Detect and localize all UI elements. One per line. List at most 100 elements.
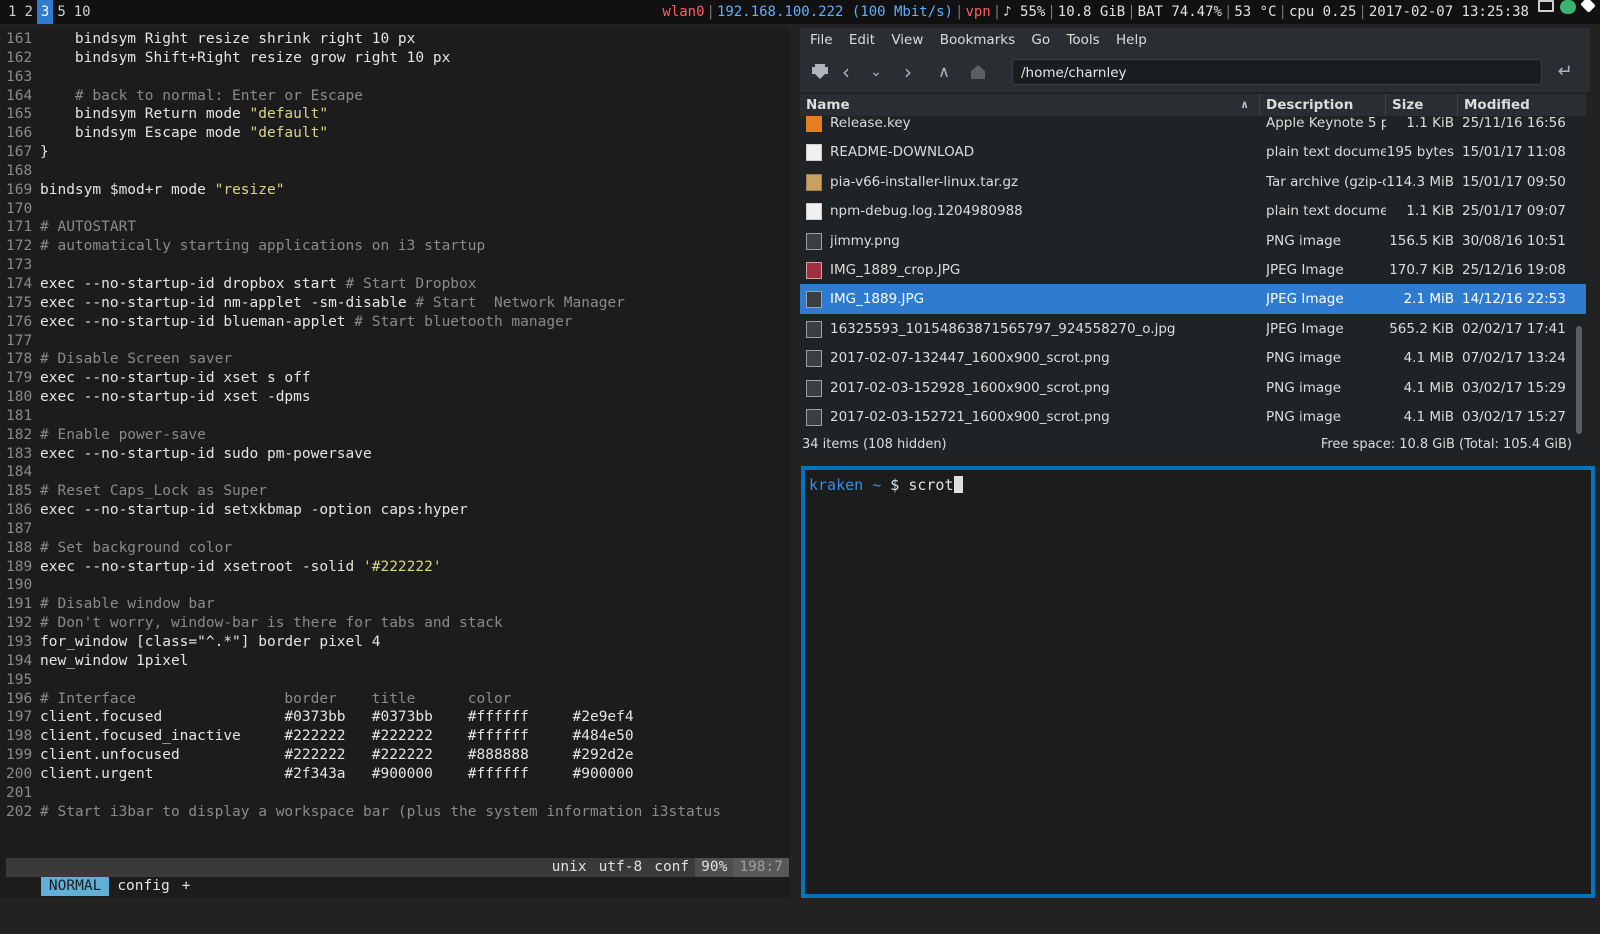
vim-modified-flag: + — [181, 878, 191, 894]
line-number: 189 — [6, 558, 33, 575]
file-row[interactable]: npm-debug.log.1204980988 plain text docum… — [800, 196, 1586, 226]
workspace-button[interactable]: 3 — [36, 0, 54, 24]
toolbar: ‹ ⌄ › ∧ /home/charnley ↵ — [800, 52, 1590, 92]
vim-mode: NORMAL — [40, 877, 110, 896]
code-line: 176 exec --no-startup-id blueman-applet #… — [6, 313, 721, 332]
code-comment: # Start bluetooth manager — [354, 313, 573, 330]
file-row[interactable]: IMG_1889_crop.JPG JPEG Image 170.7 KiB 25/1… — [800, 255, 1586, 285]
history-dropdown-icon[interactable]: ⌄ — [864, 60, 888, 84]
menu-go[interactable]: Go — [1025, 28, 1056, 52]
menu-bookmarks[interactable]: Bookmarks — [934, 28, 1021, 52]
go-return-icon[interactable]: ↵ — [1552, 60, 1578, 84]
workspace-button[interactable]: 1 — [4, 0, 20, 24]
file-size: 565.2 KiB — [1389, 320, 1454, 337]
code-text: client.focused_inactive #222222 #222222 … — [40, 728, 634, 745]
terminal-cursor — [953, 476, 963, 493]
menu-tools[interactable]: Tools — [1060, 28, 1105, 52]
menu-view[interactable]: View — [885, 28, 929, 52]
terminal-window[interactable]: kraken ~ $ scrot — [801, 466, 1595, 898]
file-list-scrollbar[interactable] — [1576, 116, 1582, 462]
workspace-button[interactable]: 5 — [53, 0, 69, 24]
code-line: 172 # automatically starting applications… — [6, 237, 721, 256]
code-buffer[interactable]: 161 bindsym Right resize shrink right 10… — [6, 30, 721, 821]
wlan-indicator: wlan0 — [662, 4, 705, 20]
file-modified: 03/02/17 15:29 — [1462, 379, 1566, 396]
vim-statusline: NORMAL config + unix utf-8 conf 90% 198:7 — [6, 858, 789, 896]
parent-folder-icon[interactable]: ∧ — [932, 60, 956, 84]
back-arrow-icon[interactable]: ‹ — [834, 60, 858, 84]
status-separator: | — [1047, 4, 1056, 20]
image-file-icon — [806, 320, 822, 338]
file-row[interactable]: README-DOWNLOAD plain text documer 195 byt… — [800, 137, 1586, 167]
line-number: 202 — [6, 803, 33, 820]
line-number: 171 — [6, 219, 33, 236]
file-description: Apple Keynote 5 pr — [1266, 116, 1386, 131]
file-row[interactable]: IMG_1889.JPG JPEG Image 2.1 MiB 14/12/16 22… — [800, 284, 1586, 315]
code-line: 167} — [6, 143, 721, 162]
code-text: bindsym Return mode — [40, 106, 250, 123]
column-name[interactable]: Name ∧ — [800, 94, 1260, 116]
file-row[interactable]: pia-v66-installer-linux.tar.gz Tar archiv… — [800, 167, 1586, 197]
menu-file[interactable]: File — [800, 28, 839, 52]
code-line: 194 new_window 1pixel — [6, 652, 721, 671]
vim-file-info: unix utf-8 conf 90% 198:7 — [546, 858, 789, 877]
code-line: 177 — [6, 332, 721, 351]
workspace-button[interactable]: 10 — [70, 0, 95, 24]
code-line: 186 exec --no-startup-id setxkbmap -optio… — [6, 501, 721, 520]
code-line: 168 — [6, 162, 721, 181]
code-comment: # Disable Screen saver — [40, 351, 233, 368]
line-number: 201 — [6, 784, 33, 801]
new-tab-icon[interactable] — [808, 60, 832, 84]
code-line: 161 bindsym Right resize shrink right 10… — [6, 30, 721, 49]
line-number: 183 — [6, 445, 33, 462]
vim-filetype: conf — [654, 859, 690, 875]
scrollbar-thumb[interactable] — [1576, 326, 1582, 434]
code-line: 199 client.unfocused #222222 #222222 #888… — [6, 746, 721, 765]
code-comment: # Start i3bar to display a workspace bar… — [40, 803, 721, 820]
menu-help[interactable]: Help — [1110, 28, 1153, 52]
forward-arrow-icon[interactable]: › — [896, 60, 920, 84]
code-line: 202 # Start i3bar to display a workspace … — [6, 803, 721, 822]
file-description: JPEG Image — [1266, 320, 1344, 337]
file-row[interactable]: Release.key Apple Keynote 5 pr 1.1 KiB 25/1… — [800, 116, 1586, 138]
file-row[interactable]: 2017-02-07-132447_1600x900_scrot.png PNG … — [800, 343, 1586, 373]
line-number: 192 — [6, 615, 33, 632]
line-number: 170 — [6, 200, 33, 217]
line-number: 179 — [6, 370, 33, 387]
code-comment: # Start Network Manager — [415, 294, 625, 311]
column-modified[interactable]: Modified — [1458, 94, 1586, 116]
dropbox-tray-icon[interactable] — [1580, 0, 1596, 13]
image-file-icon — [806, 379, 822, 397]
image-file-icon — [806, 350, 822, 368]
file-row[interactable]: 2017-02-03-152721_1600x900_scrot.png PNG … — [800, 402, 1586, 432]
line-number: 188 — [6, 539, 33, 556]
path-input[interactable]: /home/charnley — [1012, 59, 1542, 85]
file-name: Release.key — [830, 116, 911, 131]
code-line: 174 exec --no-startup-id dropbox start # … — [6, 275, 721, 294]
file-row[interactable]: 2017-02-03-152928_1600x900_scrot.png PNG … — [800, 373, 1586, 403]
home-icon[interactable] — [966, 60, 990, 84]
code-comment: # automatically starting applications on… — [40, 238, 486, 255]
column-size[interactable]: Size — [1386, 94, 1458, 116]
file-size: 170.7 KiB — [1389, 262, 1454, 278]
code-string: "default" — [249, 106, 329, 123]
file-list: Release.key Apple Keynote 5 pr 1.1 KiB 25/1… — [800, 116, 1586, 462]
menu-edit[interactable]: Edit — [843, 28, 881, 52]
display-tray-icon[interactable] — [1538, 0, 1554, 12]
line-number: 197 — [6, 709, 33, 726]
line-number: 162 — [6, 49, 33, 66]
code-line: 196 # Interface border title color — [6, 690, 721, 709]
code-text: bindsym $mod+r mode — [40, 181, 215, 198]
vim-editor[interactable]: 161 bindsym Right resize shrink right 10… — [0, 28, 790, 898]
workspace-button[interactable]: 2 — [20, 0, 36, 24]
line-number: 172 — [6, 238, 33, 255]
vpn-indicator: vpn — [965, 4, 991, 20]
code-line: 188 # Set background color — [6, 539, 721, 558]
prompt-line: kraken ~ $ scrot — [809, 476, 963, 494]
shield-tray-icon[interactable] — [1560, 0, 1576, 14]
file-size: 195 bytes — [1386, 144, 1454, 161]
file-row[interactable]: jimmy.png PNG image 156.5 KiB 30/08/16 10:5… — [800, 226, 1586, 256]
terminal-command[interactable]: scrot — [908, 476, 953, 494]
column-description[interactable]: Description — [1260, 94, 1386, 116]
file-row[interactable]: 16325593_10154863871565797_924558270_o.j… — [800, 314, 1586, 344]
